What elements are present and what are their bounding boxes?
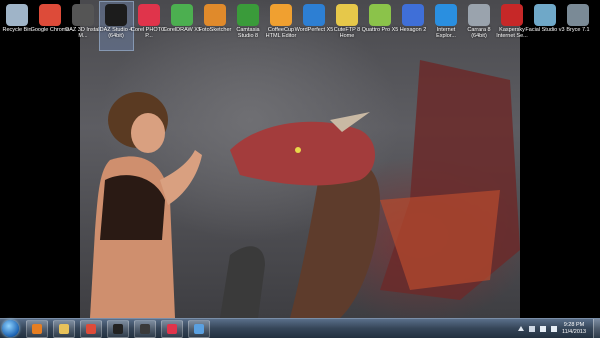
clock-time: 9:28 PM: [563, 321, 585, 328]
facial-studio-icon: [534, 4, 556, 26]
taskbar-button[interactable]: [26, 320, 48, 338]
desktop-icon[interactable]: Google Chrome: [31, 2, 69, 50]
desktop: Recycle Bin Google Chrome DAZ 3D Install M…: [0, 0, 600, 318]
desktop-icon[interactable]: CuteFTP 8 Home: [331, 2, 364, 50]
fotosketcher-icon: [204, 4, 226, 26]
clock[interactable]: 9:28 PM 11/4/2013: [562, 322, 586, 336]
taskbar-button[interactable]: [107, 320, 129, 338]
desktop-icon[interactable]: Quattro Pro X5: [362, 2, 398, 50]
recycle-bin-icon: [6, 4, 28, 26]
desktop-icon[interactable]: FotoSketcher: [199, 2, 232, 50]
dragon-claw: [220, 246, 265, 318]
daz-studio-icon: [105, 4, 127, 26]
coreldraw-icon: [171, 4, 193, 26]
network-icon: [194, 324, 204, 334]
carrara-icon: [468, 4, 490, 26]
kaspersky-icon: [501, 4, 523, 26]
taskbar-button[interactable]: [188, 320, 210, 338]
desktop-icon[interactable]: CorelDRAW X5: [163, 2, 201, 50]
desktop-icon[interactable]: Internet Explor...: [430, 2, 463, 50]
desktop-icon[interactable]: Corel PHOTO-P...: [131, 2, 167, 50]
media-player-icon: [32, 324, 42, 334]
action-center-flag-icon[interactable]: [528, 325, 535, 332]
internet-explorer-icon: [435, 4, 457, 26]
corel-photopaint-icon: [138, 4, 160, 26]
daz-install-icon: [72, 4, 94, 26]
start-button[interactable]: [2, 320, 19, 337]
dragon-eye: [295, 147, 301, 153]
desktop-icon-grid: Recycle Bin Google Chrome DAZ 3D Install M…: [0, 0, 600, 52]
corel-photopaint-icon: [167, 324, 177, 334]
woman-arm: [160, 150, 202, 205]
taskbar-button[interactable]: [53, 320, 75, 338]
desktop-icon[interactable]: DAZ Studio 4 (64bit): [98, 1, 134, 51]
show-hidden-icons-icon[interactable]: [517, 326, 524, 331]
wordperfect-icon: [303, 4, 325, 26]
desktop-icon[interactable]: Hexagon 2: [397, 2, 430, 50]
desktop-icon[interactable]: DAZ 3D Install M...: [65, 2, 101, 50]
camtasia-icon: [237, 4, 259, 26]
desktop-icon[interactable]: Kaspersky Internet Se...: [496, 2, 529, 50]
system-tray: 9:28 PM 11/4/2013: [517, 321, 594, 336]
network-status-icon[interactable]: [539, 325, 546, 332]
taskbar: 9:28 PM 11/4/2013: [0, 318, 600, 338]
hexagon-icon: [402, 4, 424, 26]
bryce-icon: [567, 4, 589, 26]
dragon-head: [230, 121, 375, 186]
file-explorer-icon: [59, 324, 69, 334]
desktop-icon-label: Bryce 7.1: [566, 27, 590, 33]
desktop-icon[interactable]: Camtasia Studio 8: [232, 2, 265, 50]
woman-face: [131, 113, 165, 153]
taskbar-button[interactable]: [161, 320, 183, 338]
desktop-icon[interactable]: Bryce 7.1: [562, 2, 595, 50]
desktop-icon[interactable]: Facial Studio v3: [525, 2, 565, 50]
daz-studio-icon: [113, 324, 123, 334]
chrome-icon: [39, 4, 61, 26]
chrome-icon: [86, 324, 96, 334]
taskbar-button[interactable]: [80, 320, 102, 338]
show-desktop-button[interactable]: [593, 319, 600, 338]
desktop-icon[interactable]: Recycle Bin: [1, 2, 34, 50]
clock-date: 11/4/2013: [561, 328, 586, 335]
desktop-icon[interactable]: WordPerfect X5: [295, 2, 333, 50]
desktop-icon[interactable]: Carrara 8 (64bit): [463, 2, 496, 50]
taskbar-button[interactable]: [134, 320, 156, 338]
camtasia-icon: [140, 324, 150, 334]
coffeecup-icon: [270, 4, 292, 26]
quattro-pro-icon: [369, 4, 391, 26]
volume-icon[interactable]: [550, 325, 557, 332]
desktop-icon[interactable]: CoffeeCup HTML Editor: [265, 2, 298, 50]
cuteftp-icon: [336, 4, 358, 26]
